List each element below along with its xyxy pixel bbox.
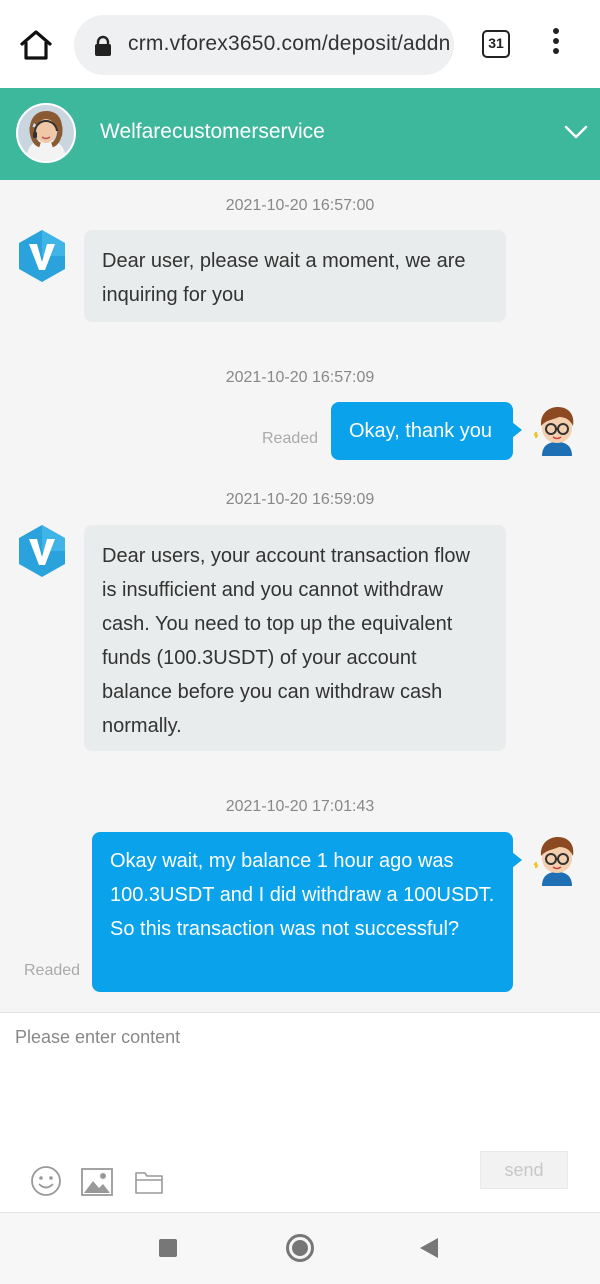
chevron-down-icon[interactable] (564, 122, 588, 142)
read-receipt: Readed (24, 962, 81, 979)
url-text: crm.vforex3650.com/deposit/addn (128, 32, 451, 55)
message-timestamp: 2021-10-20 17:01:43 (225, 798, 375, 815)
folder-icon[interactable] (135, 1170, 163, 1194)
home-circle-icon[interactable] (286, 1234, 314, 1262)
more-vert-icon[interactable] (549, 28, 563, 60)
image-icon[interactable] (81, 1168, 113, 1196)
user-avatar (533, 837, 574, 886)
bot-logo-icon (19, 230, 65, 282)
tabs-icon[interactable]: 31 (482, 30, 510, 58)
address-bar[interactable]: crm.vforex3650.com/deposit/addn (74, 15, 454, 75)
chat-header: Welfarecustomerservice (0, 88, 600, 180)
browser-toolbar: crm.vforex3650.com/deposit/addn 31 (0, 0, 600, 88)
send-button[interactable]: send (480, 1151, 568, 1189)
lock-icon (95, 35, 111, 56)
chat-messages[interactable]: 2021-10-20 16:57:00 Dear user, please wa… (0, 180, 600, 1012)
user-message-bubble: Okay, thank you (331, 402, 522, 460)
message-input[interactable] (15, 1027, 575, 1147)
system-nav-bar (0, 1212, 600, 1284)
emoji-icon[interactable] (30, 1165, 62, 1197)
message-timestamp: 2021-10-20 16:59:09 (225, 491, 375, 508)
message-composer: send (0, 1012, 600, 1212)
message-timestamp: 2021-10-20 16:57:09 (225, 369, 375, 386)
message-timestamp: 2021-10-20 16:57:00 (225, 197, 375, 214)
agent-message-bubble: Dear user, please wait a moment, we are … (84, 230, 506, 322)
user-message-bubble: Okay wait, my balance 1 hour ago was 100… (92, 832, 522, 992)
agent-message-bubble: Dear users, your account transaction flo… (84, 525, 506, 751)
agent-name: Welfarecustomerservice (100, 120, 325, 143)
back-triangle-icon[interactable] (420, 1238, 438, 1258)
user-avatar (533, 407, 574, 456)
home-icon[interactable] (18, 28, 54, 62)
recent-apps-icon[interactable] (159, 1239, 177, 1257)
agent-avatar (16, 103, 76, 163)
bot-logo-icon (19, 525, 65, 577)
read-receipt: Readed (262, 430, 319, 447)
